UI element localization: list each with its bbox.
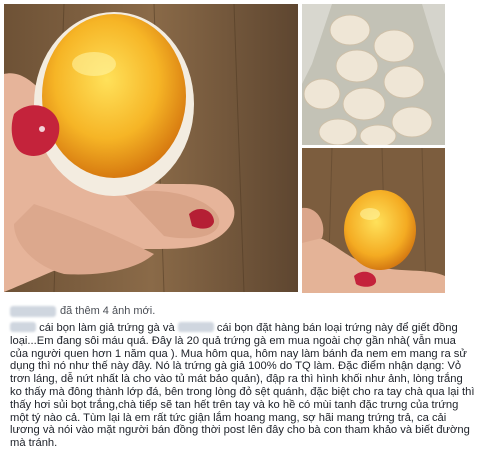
- blurred-word: [10, 322, 36, 332]
- photo-egg-in-hand-large[interactable]: [4, 4, 298, 292]
- blurred-author-name[interactable]: [10, 305, 56, 317]
- photo-egg-in-hand-large-image: [4, 4, 298, 292]
- photo-bag-of-eggs-image: [302, 4, 445, 145]
- facebook-post: đã thêm 4 ảnh mới. cái bọn làm giả trứng…: [0, 0, 488, 476]
- post-body-text: cái bọn làm giả trứng gà và cái bọn đặt …: [10, 322, 476, 450]
- photo-yolk-in-hand-image: [302, 148, 445, 293]
- post-body: cái bọn làm giả trứng gà và cái bọn đặt …: [10, 322, 476, 450]
- post-body-part1: cái bọn làm giả trứng gà và: [36, 322, 178, 334]
- post-body-part2: cái bọn đặt hàng bán loại trứng này để g…: [10, 322, 475, 450]
- photo-bag-of-eggs[interactable]: [302, 4, 445, 145]
- blurred-word: [177, 322, 214, 332]
- added-photos-text: đã thêm 4 ảnh mới.: [60, 305, 156, 317]
- post-header: đã thêm 4 ảnh mới.: [10, 303, 155, 319]
- photo-yolk-in-hand[interactable]: [302, 148, 445, 293]
